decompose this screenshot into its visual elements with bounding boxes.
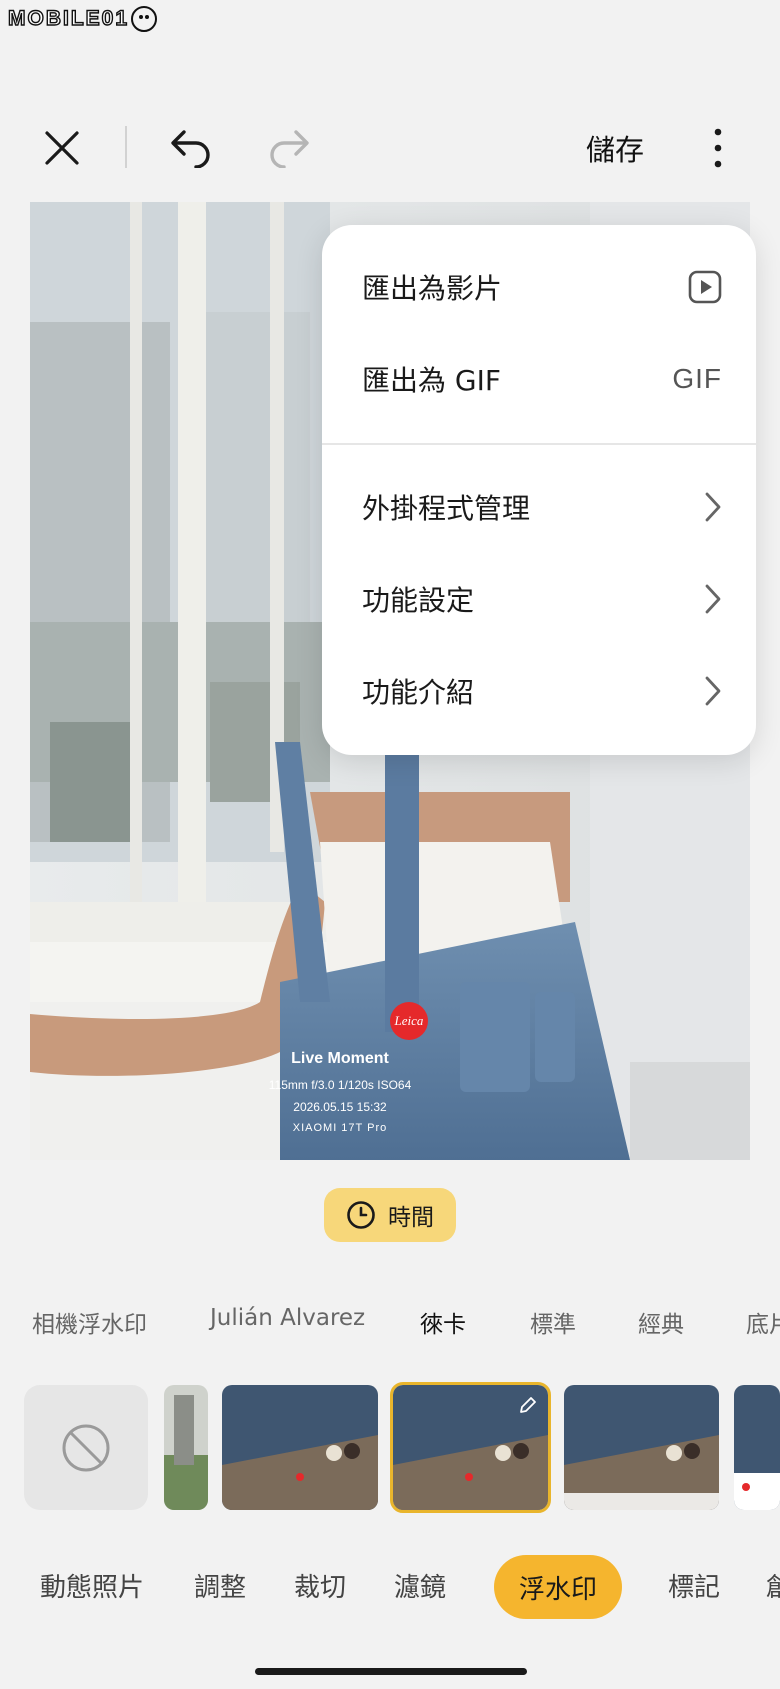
play-video-icon [688, 270, 722, 304]
overflow-menu: 匯出為影片 匯出為 GIF GIF 外掛程式管理 功能設定 功能介紹 [322, 225, 756, 755]
undo-button[interactable] [164, 122, 216, 174]
thumbnail-leica-style-1[interactable] [222, 1385, 378, 1510]
tab-adjust[interactable]: 調整 [194, 1567, 246, 1604]
menu-item-plugin-management[interactable]: 外掛程式管理 [322, 461, 756, 553]
style-tab-standard[interactable]: 標準 [530, 1305, 576, 1339]
menu-item-export-video[interactable]: 匯出為影片 [322, 241, 756, 333]
mobile01-logo: MOBILE01 [7, 4, 158, 34]
clock-icon [347, 1201, 375, 1229]
close-button[interactable] [36, 122, 88, 174]
tab-crop[interactable]: 裁切 [294, 1567, 346, 1604]
watermark-title: Live Moment [291, 1050, 389, 1067]
menu-item-label: 匯出為影片 [362, 272, 503, 305]
time-chip-button[interactable]: 時間 [324, 1188, 456, 1242]
leica-logo: Leica [390, 1002, 428, 1040]
menu-item-label: 功能設定 [362, 584, 475, 617]
thumbnail-leica-selected[interactable] [390, 1382, 551, 1513]
toolbar-separator [125, 126, 127, 168]
redo-button[interactable] [264, 122, 316, 174]
watermark-datetime: 2026.05.15 15:32 [293, 1100, 387, 1114]
menu-item-label: 外掛程式管理 [362, 492, 531, 525]
prohibited-icon [62, 1424, 110, 1471]
chevron-right-icon [704, 583, 722, 615]
style-tab-leica[interactable]: 徠卡 [420, 1305, 466, 1339]
style-tab-camera-watermark[interactable]: 相機浮水印 [32, 1305, 147, 1339]
menu-item-label: 匯出為 GIF [362, 364, 501, 397]
style-tab-julian-alvarez[interactable]: Julián Alvarez [210, 1305, 365, 1331]
thumbnail-none[interactable] [24, 1385, 148, 1510]
menu-divider [322, 443, 756, 445]
watermark-exif: 115mm f/3.0 1/120s ISO64 [268, 1078, 412, 1092]
thumbnail-classic[interactable] [734, 1385, 780, 1510]
home-indicator[interactable] [255, 1668, 527, 1675]
watermark-device: XIAOMI 17T Pro [292, 1122, 388, 1134]
watermark-style-tabs: 相機浮水印 Julián Alvarez 徠卡 標準 經典 底片 [0, 1305, 780, 1355]
editor-tool-tabs: 動態照片 調整 裁切 濾鏡 浮水印 標記 創 [0, 1555, 780, 1621]
tab-create[interactable]: 創 [766, 1567, 780, 1604]
thumbnail-julian-alvarez[interactable] [164, 1385, 208, 1510]
logo-text: MOBILE01 [7, 6, 130, 30]
tab-markup[interactable]: 標記 [668, 1567, 720, 1604]
menu-item-label: 功能介紹 [362, 676, 475, 709]
chevron-right-icon [704, 491, 722, 523]
style-tab-film[interactable]: 底片 [746, 1305, 780, 1339]
more-options-button[interactable] [692, 122, 744, 174]
more-vertical-icon [714, 128, 722, 168]
watermark-thumbnails [0, 1382, 780, 1513]
menu-item-export-gif[interactable]: 匯出為 GIF GIF [322, 333, 756, 425]
close-icon [45, 131, 79, 165]
redo-icon [270, 130, 309, 168]
chevron-right-icon [704, 675, 722, 707]
time-chip-label: 時間 [388, 1205, 434, 1231]
thumbnail-standard[interactable] [564, 1385, 719, 1510]
style-tab-classic[interactable]: 經典 [638, 1305, 684, 1339]
editor-toolbar: 儲存 [0, 110, 780, 185]
save-button[interactable]: 儲存 [586, 127, 644, 169]
menu-item-feature-intro[interactable]: 功能介紹 [322, 645, 756, 737]
tab-filter[interactable]: 濾鏡 [394, 1567, 446, 1604]
menu-item-feature-settings[interactable]: 功能設定 [322, 553, 756, 645]
logo-face-icon [131, 6, 158, 32]
gif-icon: GIF [672, 363, 722, 394]
undo-icon [171, 130, 210, 168]
tab-watermark[interactable]: 浮水印 [494, 1555, 622, 1619]
tab-live-photo[interactable]: 動態照片 [40, 1567, 144, 1604]
edit-pencil-icon[interactable] [518, 1395, 538, 1415]
